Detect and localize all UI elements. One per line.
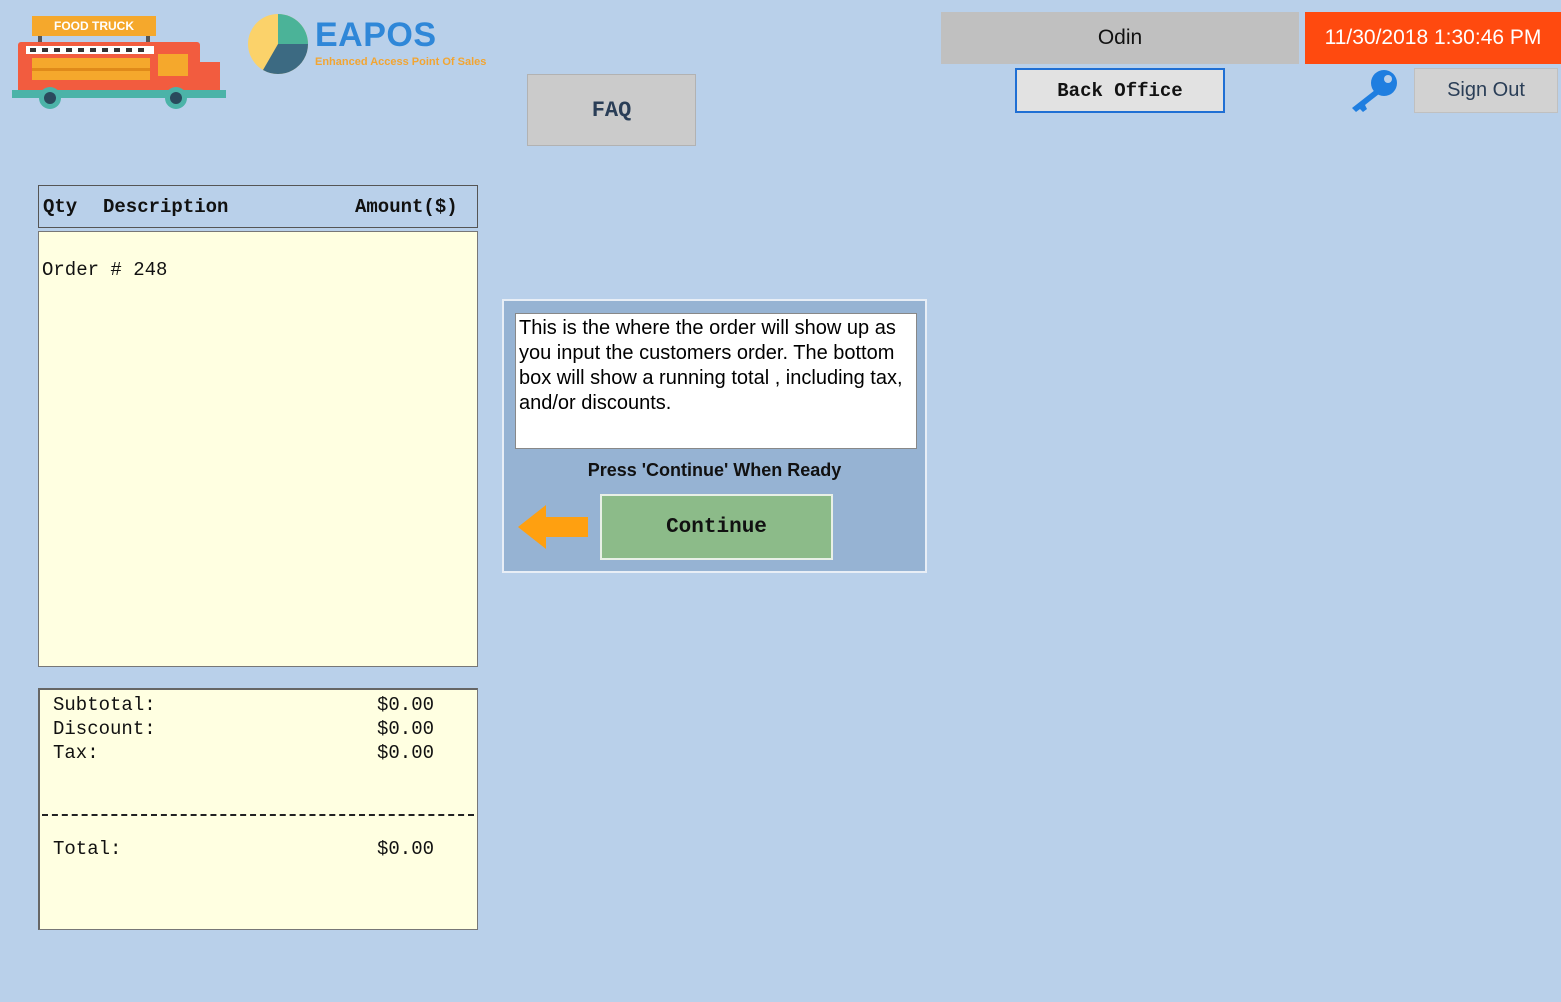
order-column-header: Qty Description Amount($) [38, 185, 478, 228]
tutorial-prompt: Press 'Continue' When Ready [587, 460, 842, 480]
description-column-header: Description [103, 196, 229, 218]
current-user-name: Odin [941, 12, 1299, 64]
brand-pie-logo [248, 14, 308, 75]
arrow-left-icon [518, 505, 588, 549]
datetime-display: 11/30/2018 1:30:46 PM [1305, 12, 1561, 64]
back-office-button[interactable]: Back Office [1015, 68, 1225, 113]
brand-name: EAPOS [315, 16, 437, 54]
discount-value: $0.00 [377, 718, 435, 740]
subtotal-label: Subtotal: [53, 694, 156, 716]
sign-out-button[interactable]: Sign Out [1414, 68, 1558, 113]
tax-label: Tax: [53, 742, 99, 764]
food-truck-sign-text: FOOD TRUCK [54, 19, 134, 33]
tax-value: $0.00 [377, 742, 435, 764]
total-label: Total: [53, 838, 122, 860]
total-value: $0.00 [377, 838, 435, 860]
faq-button[interactable]: FAQ [527, 74, 696, 146]
key-icon[interactable] [1346, 68, 1402, 114]
amount-column-header: Amount($) [355, 196, 458, 218]
subtotal-value: $0.00 [377, 694, 435, 716]
tutorial-panel: This is the where the order will show up… [502, 299, 927, 573]
tutorial-message: This is the where the order will show up… [515, 313, 917, 449]
brand-tagline: Enhanced Access Point Of Sales [315, 56, 487, 68]
totals-divider [42, 814, 474, 816]
food-truck-logo: FOOD TRUCK [12, 16, 226, 109]
order-items-list[interactable]: Order # 248 [38, 231, 478, 667]
order-totals-box: Subtotal: $0.00 Discount: $0.00 Tax: $0.… [38, 688, 478, 930]
order-number: Order # 248 [42, 259, 168, 281]
qty-column-header: Qty [43, 196, 78, 218]
continue-button[interactable]: Continue [600, 494, 833, 560]
discount-label: Discount: [53, 718, 156, 740]
